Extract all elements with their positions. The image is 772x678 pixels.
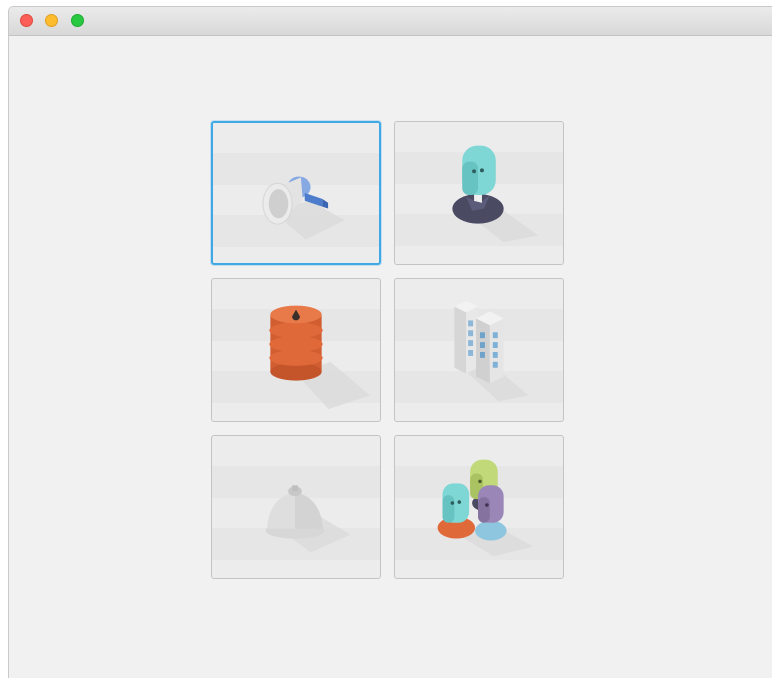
close-button[interactable] <box>20 14 33 27</box>
group-people-icon <box>437 459 534 557</box>
tile-person[interactable] <box>394 121 564 265</box>
person-icon <box>452 145 539 243</box>
tile-group-people[interactable] <box>394 435 564 579</box>
megaphone-icon <box>262 176 345 240</box>
tile-buildings[interactable] <box>394 278 564 422</box>
tile-megaphone[interactable] <box>211 121 381 265</box>
oil-barrel-icon <box>269 305 370 410</box>
icon-grid <box>211 121 564 579</box>
title-bar[interactable] <box>9 7 772 36</box>
minimize-button[interactable] <box>45 14 58 27</box>
tile-oil-barrel[interactable] <box>211 278 381 422</box>
tile-service-bell[interactable] <box>211 435 381 579</box>
zoom-button[interactable] <box>71 14 84 27</box>
buildings-icon <box>454 300 529 402</box>
service-bell-icon <box>265 485 351 553</box>
